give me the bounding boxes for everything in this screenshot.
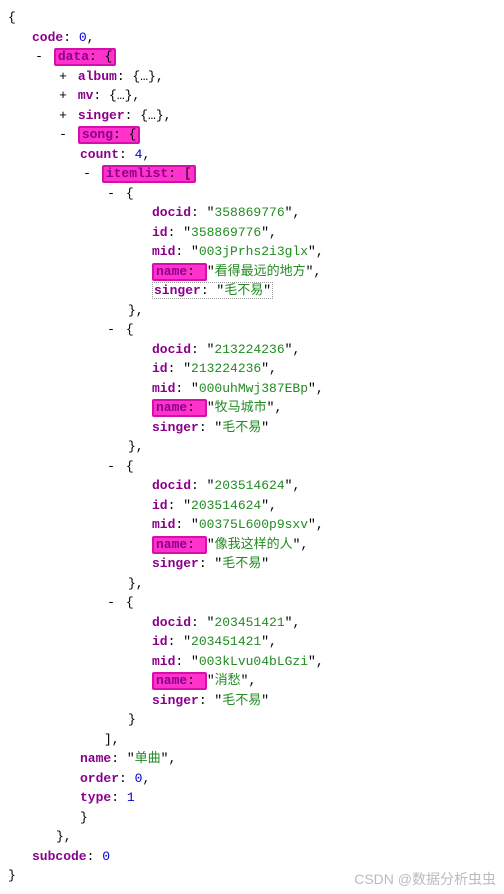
line-data[interactable]: - data: { [8,47,496,67]
item-name: name: "看得最远的地方", [8,262,496,282]
item-singer: singer: "毛不易" [8,691,496,711]
item-singer: singer: "毛不易" [8,281,496,301]
item-docid: docid: "358869776", [8,203,496,223]
item-close: }, [8,574,496,594]
expand-icon[interactable]: + [56,106,70,126]
collapse-icon[interactable]: - [104,593,118,613]
line-subcode: subcode: 0 [8,847,496,867]
highlight-name: name: [152,263,207,281]
item-open[interactable]: - { [8,593,496,613]
item-close: }, [8,301,496,321]
highlight-itemlist: itemlist: [ [102,165,196,183]
item-id: id: "203514624", [8,496,496,516]
item-close: } [8,710,496,730]
item-mid: mid: "000uhMwj387EBp", [8,379,496,399]
line-close-song: } [8,808,496,828]
line-song[interactable]: - song: { [8,125,496,145]
item-singer: singer: "毛不易" [8,554,496,574]
line-mv[interactable]: + mv: {…}, [8,86,496,106]
line-code: code: 0, [8,28,496,48]
collapse-icon[interactable]: - [104,320,118,340]
item-id: id: "358869776", [8,223,496,243]
line-open-root: { [8,8,496,28]
json-viewer: { code: 0, - data: { + album: {…}, + mv:… [8,8,496,886]
expand-icon[interactable]: + [56,86,70,106]
collapse-icon[interactable]: - [80,164,94,184]
item-open[interactable]: - { [8,457,496,477]
line-type: type: 1 [8,788,496,808]
highlight-song: song: { [78,126,141,144]
item-docid: docid: "203514624", [8,476,496,496]
collapse-icon[interactable]: - [104,184,118,204]
highlight-name: name: [152,536,207,554]
item-docid: docid: "213224236", [8,340,496,360]
collapse-icon[interactable]: - [32,47,46,67]
item-name: name: "牧马城市", [8,398,496,418]
highlight-data: data: { [54,48,117,66]
watermark: CSDN @数据分析虫虫 [354,869,496,890]
item-mid: mid: "00375L600p9sxv", [8,515,496,535]
line-singer-top[interactable]: + singer: {…}, [8,106,496,126]
item-close: }, [8,437,496,457]
item-mid: mid: "003jPrhs2i3glx", [8,242,496,262]
item-singer: singer: "毛不易" [8,418,496,438]
collapse-icon[interactable]: - [56,125,70,145]
collapse-icon[interactable]: - [104,457,118,477]
highlight-name: name: [152,672,207,690]
line-song-name: name: "单曲", [8,749,496,769]
item-open[interactable]: - { [8,320,496,340]
item-docid: docid: "203451421", [8,613,496,633]
item-name: name: "像我这样的人", [8,535,496,555]
line-close-itemlist: ], [8,730,496,750]
highlight-name: name: [152,399,207,417]
item-id: id: "213224236", [8,359,496,379]
item-name: name: "消愁", [8,671,496,691]
line-itemlist[interactable]: - itemlist: [ [8,164,496,184]
item-open[interactable]: - { [8,184,496,204]
line-order: order: 0, [8,769,496,789]
line-count: count: 4, [8,145,496,165]
item-id: id: "203451421", [8,632,496,652]
item-mid: mid: "003kLvu04bLGzi", [8,652,496,672]
expand-icon[interactable]: + [56,67,70,87]
line-close-data: }, [8,827,496,847]
line-album[interactable]: + album: {…}, [8,67,496,87]
